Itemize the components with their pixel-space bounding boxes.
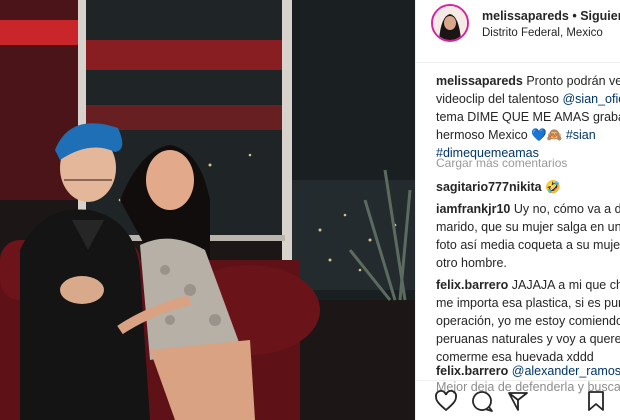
- caption-line: tema DIME QUE ME AMAS grabad: [436, 108, 620, 126]
- location-link[interactable]: Distrito Federal, Mexico: [482, 27, 603, 39]
- comment-text: otro hombre.: [436, 256, 507, 270]
- bookmark-icon[interactable]: [584, 389, 608, 413]
- caption-line: hermoso Mexico 💙🙈 #sian: [436, 126, 620, 144]
- comment: felix.barrero JAJAJA a mi que chu: [436, 276, 620, 294]
- header-user-line: melissapareds • Siguiendo: [482, 9, 620, 23]
- header-separator: •: [572, 9, 577, 23]
- comment-username[interactable]: sagitario777nikita: [436, 180, 542, 194]
- following-button[interactable]: Siguiendo: [580, 9, 620, 23]
- caption-text: Pronto podrán ver: [526, 74, 620, 88]
- comment-text: marido, que su mujer salga en una: [436, 220, 620, 234]
- photo-scene: [0, 0, 415, 420]
- comment: iamfrankjr10 Uy no, cómo va a de: [436, 200, 620, 218]
- comment-username[interactable]: iamfrankjr10: [436, 202, 510, 216]
- caption-line: melissapareds Pronto podrán ver: [436, 72, 620, 90]
- caption-text: hermoso Mexico: [436, 128, 528, 142]
- caption-text: tema DIME QUE ME AMAS grabad: [436, 110, 620, 124]
- comment-text: me importa esa plastica, si es pura: [436, 296, 620, 310]
- comment-icon[interactable]: [470, 389, 494, 413]
- comment-text: JAJAJA a mi que chu: [511, 278, 620, 292]
- caption-mention[interactable]: @sian_ofic: [562, 92, 620, 106]
- comment-text: peruanas naturales y voy a querer: [436, 332, 620, 346]
- caption-emoji: 💙🙈: [531, 128, 563, 142]
- caption-line: videoclip del talentoso @sian_ofic: [436, 90, 620, 108]
- comment-text: Uy no, cómo va a de: [513, 202, 620, 216]
- caption-hashtag[interactable]: #sian: [566, 128, 596, 142]
- comment-username[interactable]: felix.barrero: [436, 364, 508, 378]
- share-icon[interactable]: [506, 389, 530, 413]
- comment-mention[interactable]: @alexander_ramos16: [512, 364, 620, 378]
- heart-outline-icon[interactable]: [434, 389, 458, 413]
- comment-emoji: 🤣: [545, 180, 561, 194]
- comment-username[interactable]: felix.barrero: [436, 278, 508, 292]
- avatar-image: [433, 6, 467, 40]
- caption-text: videoclip del talentoso: [436, 92, 559, 106]
- avatar[interactable]: [431, 4, 469, 42]
- load-more-comments-button[interactable]: Cargar más comentarios: [436, 156, 567, 170]
- post-actions-bar: [416, 380, 620, 420]
- comment-text: operación, yo me estoy comiendo: [436, 314, 620, 328]
- post-photo[interactable]: [0, 0, 415, 420]
- comment-text: foto así media coqueta a su mujer: [436, 238, 620, 252]
- comment: sagitario777nikita 🤣: [436, 178, 620, 196]
- caption-username[interactable]: melissapareds: [436, 74, 523, 88]
- post-header: melissapareds • Siguiendo Distrito Feder…: [416, 0, 620, 63]
- post-side-panel: melissapareds • Siguiendo Distrito Feder…: [416, 0, 620, 420]
- header-username[interactable]: melissapareds: [482, 9, 569, 23]
